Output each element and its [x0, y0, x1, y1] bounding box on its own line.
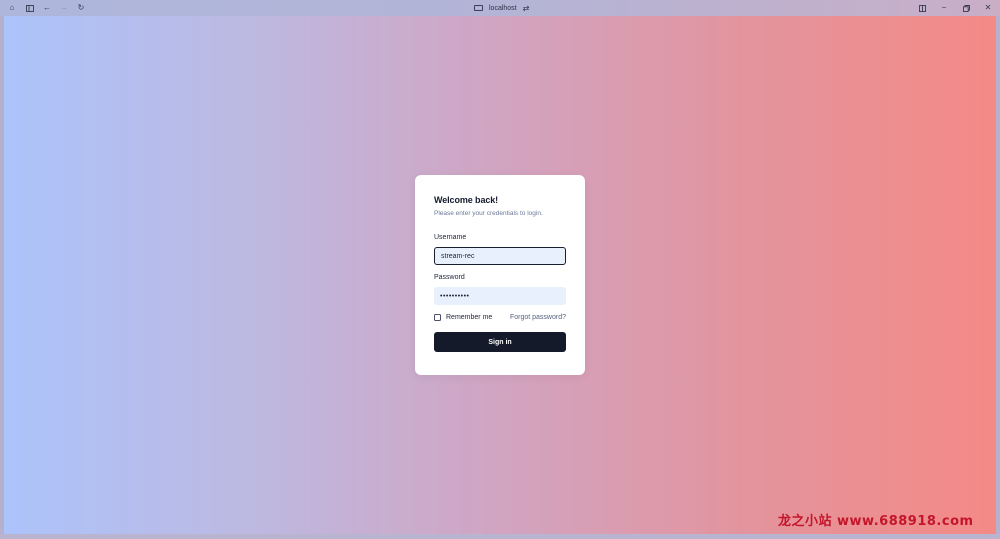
- remember-me-label[interactable]: Remember me: [446, 314, 492, 321]
- remember-me-checkbox[interactable]: [434, 314, 441, 321]
- watermark-text: 龙之小站 www.688918.com: [778, 514, 974, 529]
- password-input[interactable]: [434, 287, 566, 305]
- back-arrow-icon[interactable]: ←: [42, 3, 52, 13]
- login-subtitle: Please enter your credentials to login.: [434, 210, 543, 217]
- login-title: Welcome back!: [434, 195, 499, 205]
- window-border-right: [996, 16, 1000, 534]
- switch-icon[interactable]: ⇄: [523, 4, 530, 13]
- close-icon[interactable]: ✕: [983, 3, 993, 13]
- home-icon[interactable]: ⌂: [7, 3, 17, 13]
- login-card: Welcome back! Please enter your credenti…: [415, 175, 585, 375]
- username-label: Username: [434, 234, 467, 241]
- forgot-password-link[interactable]: Forgot password?: [510, 314, 566, 321]
- remember-row: Remember me Forgot password?: [434, 314, 566, 321]
- remember-me-control[interactable]: Remember me: [434, 314, 492, 321]
- site-info-icon[interactable]: [474, 5, 483, 11]
- browser-toolbar: ⌂ ← → ↻ localhost ⇄ − ✕: [0, 0, 1000, 16]
- restore-icon[interactable]: [961, 3, 971, 13]
- address-text[interactable]: localhost: [489, 5, 517, 12]
- minimize-icon[interactable]: −: [939, 3, 949, 13]
- forward-arrow-icon[interactable]: →: [59, 3, 69, 13]
- sign-in-button[interactable]: Sign in: [434, 332, 566, 352]
- reload-icon[interactable]: ↻: [76, 3, 86, 13]
- sidebar-icon[interactable]: [25, 3, 35, 13]
- address-bar[interactable]: localhost ⇄: [474, 3, 529, 13]
- username-input[interactable]: [434, 247, 566, 265]
- window-border-bottom: [0, 534, 1000, 539]
- split-view-icon[interactable]: [917, 3, 927, 13]
- password-label: Password: [434, 274, 465, 281]
